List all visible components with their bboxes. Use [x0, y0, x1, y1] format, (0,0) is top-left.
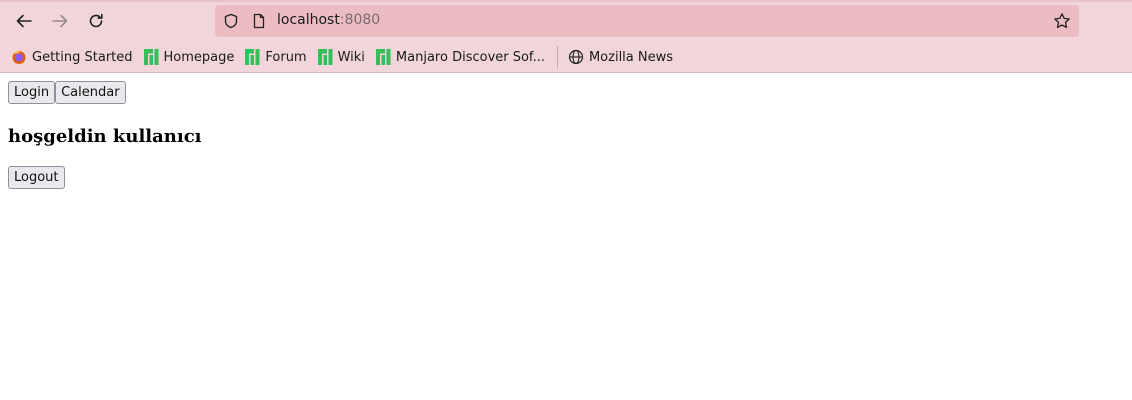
bookmark-getting-started[interactable]: Getting Started [6, 45, 139, 69]
url-host: localhost [277, 12, 340, 28]
logout-row: Logout [8, 166, 1124, 189]
top-button-row: Login Calendar [8, 81, 1124, 104]
forward-button[interactable] [42, 3, 78, 39]
bookmark-label: Wiki [337, 49, 365, 65]
manjaro-icon [245, 49, 260, 65]
shield-icon[interactable] [223, 13, 239, 33]
bookmark-label: Homepage [163, 49, 235, 65]
bookmark-star-icon[interactable] [1053, 12, 1071, 34]
bookmarks-toolbar: Getting Started Homepage Forum Wiki Manj… [0, 44, 1132, 70]
browser-chrome: localhost:8080 Getting Started Homepage … [0, 0, 1132, 73]
manjaro-icon [317, 49, 333, 65]
bookmark-forum[interactable]: Forum [240, 45, 312, 69]
address-bar[interactable]: localhost:8080 [215, 5, 1079, 37]
bookmark-label: Getting Started [32, 49, 133, 65]
bookmark-mozilla-news[interactable]: Mozilla News [563, 45, 679, 69]
manjaro-icon [143, 49, 159, 65]
reload-button[interactable] [78, 3, 114, 39]
welcome-heading: hoşgeldin kullanıcı [8, 126, 202, 147]
url-text[interactable]: localhost:8080 [277, 12, 380, 28]
bookmark-wiki[interactable]: Wiki [313, 45, 371, 69]
manjaro-icon [375, 49, 391, 65]
bookmark-label: Forum [265, 49, 307, 65]
globe-icon [568, 49, 584, 65]
page-icon[interactable] [251, 13, 267, 33]
bookmark-separator [556, 46, 558, 68]
arrow-right-icon [52, 14, 68, 28]
bookmark-label: Mozilla News [588, 49, 674, 65]
arrow-left-icon [16, 14, 32, 28]
page-content: Login Calendar hoşgeldin kullanıcı Logou… [0, 73, 1132, 400]
firefox-icon [11, 49, 27, 65]
bookmark-label: Manjaro Discover Sof... [395, 49, 545, 65]
logout-button[interactable]: Logout [8, 166, 65, 189]
url-port: :8080 [339, 12, 381, 28]
bookmark-manjaro-discover[interactable]: Manjaro Discover Sof... [371, 45, 551, 69]
calendar-button[interactable]: Calendar [55, 81, 126, 104]
bookmark-homepage[interactable]: Homepage [139, 45, 241, 69]
back-button[interactable] [6, 3, 42, 39]
reload-icon [89, 13, 103, 28]
login-button[interactable]: Login [8, 81, 56, 104]
navigation-bar: localhost:8080 [0, 2, 1132, 40]
